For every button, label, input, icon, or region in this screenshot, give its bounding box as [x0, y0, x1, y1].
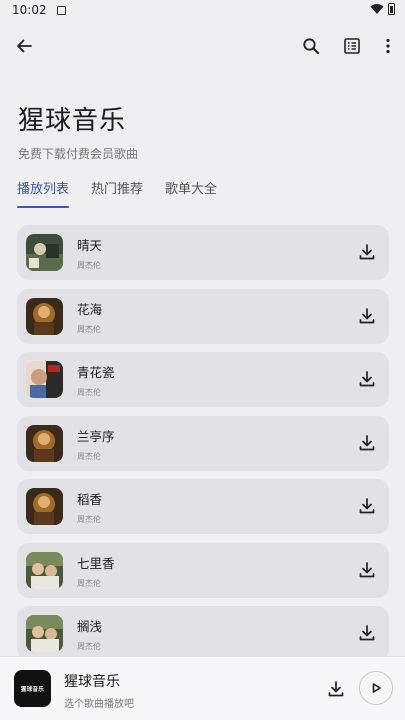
tab-playlist[interactable]: 播放列表 — [17, 178, 70, 208]
song-item-daoxiang[interactable]: 稻香 周杰伦 — [17, 479, 389, 534]
song-list: 晴天 周杰伦 花海 周杰伦 青花瓷 周杰伦 兰亭序 周杰伦 稻香 周杰伦 七里香… — [17, 225, 389, 670]
song-artist: 周杰伦 — [77, 515, 101, 524]
top-toolbar — [0, 26, 405, 66]
app-header: 猩球音乐 免费下载付费会员歌曲 — [18, 100, 138, 162]
song-title: 兰亭序 — [77, 428, 115, 444]
tab-hot-recommend[interactable]: 热门推荐 — [91, 178, 143, 208]
download-icon[interactable] — [357, 433, 377, 453]
download-icon[interactable] — [357, 496, 377, 516]
song-item-qinghuaci[interactable]: 青花瓷 周杰伦 — [17, 352, 389, 407]
album-cover — [26, 615, 63, 652]
tab-song-collections[interactable]: 歌单大全 — [165, 178, 217, 208]
song-title: 搁浅 — [77, 619, 103, 634]
album-cover — [26, 234, 63, 271]
song-artist: 周杰伦 — [77, 451, 101, 461]
album-cover — [26, 361, 63, 398]
song-title: 晴天 — [77, 238, 103, 253]
song-artist: 周杰伦 — [77, 388, 101, 397]
arrow-back-icon — [17, 39, 32, 53]
download-icon[interactable] — [357, 560, 377, 580]
download-icon[interactable] — [357, 369, 377, 389]
song-artist: 周杰伦 — [77, 324, 101, 334]
song-title: 青花瓷 — [77, 365, 115, 380]
playlist-view-button[interactable] — [340, 34, 364, 58]
song-item-geqian[interactable]: 搁浅 周杰伦 — [17, 606, 389, 661]
download-icon[interactable] — [357, 242, 377, 262]
download-icon[interactable] — [357, 623, 377, 643]
album-cover — [26, 488, 63, 525]
battery-icon — [388, 3, 395, 15]
mini-player[interactable]: 猩球音乐 猩球音乐 选个歌曲播放吧 — [0, 656, 405, 720]
album-cover — [26, 424, 63, 462]
song-item-qingtian[interactable]: 晴天 周杰伦 — [17, 225, 389, 280]
status-time: 10:02 — [12, 3, 47, 17]
song-title: 花海 — [77, 301, 103, 317]
song-artist: 周杰伦 — [77, 578, 101, 588]
song-artist: 周杰伦 — [77, 261, 101, 270]
app-title: 猩球音乐 — [18, 106, 127, 136]
tab-bar: 播放列表 热门推荐 歌单大全 — [17, 178, 239, 208]
song-title: 稻香 — [77, 492, 103, 507]
search-button[interactable] — [299, 34, 323, 58]
player-title: 猩球音乐 — [64, 674, 120, 690]
download-icon[interactable] — [357, 306, 377, 326]
album-cover — [26, 297, 63, 335]
notification-icon — [56, 5, 66, 15]
play-button[interactable] — [359, 671, 393, 705]
app-subtitle: 免费下载付费会员歌曲 — [18, 147, 139, 161]
play-icon — [372, 683, 381, 693]
player-cover: 猩球音乐 — [14, 670, 51, 707]
wifi-icon — [370, 4, 384, 14]
search-icon — [303, 38, 319, 54]
download-icon[interactable] — [326, 679, 346, 699]
more-options-button[interactable] — [376, 34, 400, 58]
song-artist: 周杰伦 — [77, 642, 101, 651]
back-button[interactable] — [12, 34, 36, 58]
list-view-icon — [344, 38, 360, 54]
more-vert-icon — [386, 38, 390, 54]
status-icons — [370, 3, 395, 15]
player-subtitle: 选个歌曲播放吧 — [64, 699, 134, 710]
player-cover-logo: 猩球音乐 — [20, 686, 45, 693]
song-title: 七里香 — [77, 555, 115, 571]
status-bar: 10:02 — [0, 0, 405, 20]
song-item-lantingxu[interactable]: 兰亭序 周杰伦 — [17, 415, 389, 471]
album-cover — [26, 551, 63, 589]
song-item-huahai[interactable]: 花海 周杰伦 — [17, 288, 389, 344]
song-item-qilixiang[interactable]: 七里香 周杰伦 — [17, 542, 389, 598]
